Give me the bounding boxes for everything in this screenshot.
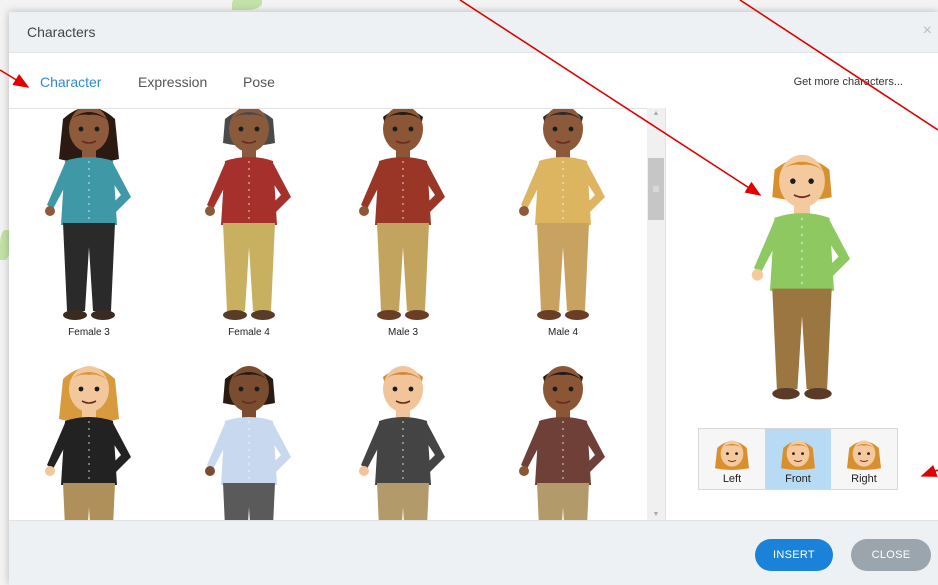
view-left-button[interactable]: Left — [699, 429, 765, 489]
view-front-button[interactable]: Front — [765, 429, 831, 489]
character-tile[interactable] — [179, 357, 319, 521]
scroll-down-icon[interactable]: ▼ — [647, 511, 665, 518]
character-tile[interactable]: Female 3 — [19, 109, 159, 347]
close-icon[interactable]: × — [923, 22, 932, 40]
insert-button[interactable]: INSERT — [755, 539, 833, 571]
tab-character[interactable]: Character — [40, 74, 101, 90]
view-left-label: Left — [722, 473, 742, 485]
view-front-label: Front — [785, 473, 811, 485]
view-angle-selector: Left Front Right — [698, 428, 898, 490]
character-tile[interactable]: Female 4 — [179, 109, 319, 347]
dialog-titlebar: Characters × — [9, 12, 938, 53]
view-right-label: Right — [851, 473, 877, 485]
tab-expression[interactable]: Expression — [138, 74, 207, 90]
close-button[interactable]: CLOSE — [851, 539, 931, 571]
character-tile[interactable]: Male 4 — [493, 109, 633, 347]
background-leaf — [232, 0, 262, 10]
scroll-thumb[interactable]: ≡ — [648, 158, 664, 220]
character-tile[interactable] — [19, 357, 159, 521]
character-tile[interactable] — [493, 357, 633, 521]
preview-character-figure — [751, 154, 850, 400]
characters-dialog: Characters × Character Expression Pose G… — [9, 12, 938, 585]
tab-pose[interactable]: Pose — [243, 74, 275, 90]
character-gallery: Female 3 Female 4 Male 3 Male 4 — [9, 108, 648, 521]
view-right-button[interactable]: Right — [831, 429, 897, 489]
gallery-scrollbar[interactable]: ▲ ≡ ▼ — [647, 108, 666, 520]
character-tile[interactable]: Male 3 — [333, 109, 473, 347]
scroll-up-icon[interactable]: ▲ — [647, 110, 665, 117]
dialog-title: Characters — [27, 24, 96, 40]
get-more-characters-link[interactable]: Get more characters... — [794, 76, 903, 88]
character-tile-label: Male 3 — [387, 327, 418, 338]
character-tile-label: Female 4 — [228, 327, 270, 338]
character-tile-label: Female 3 — [68, 327, 110, 338]
character-tile[interactable] — [333, 357, 473, 521]
character-tile-label: Male 4 — [547, 327, 578, 338]
dialog-footer: INSERT CLOSE — [9, 520, 938, 585]
